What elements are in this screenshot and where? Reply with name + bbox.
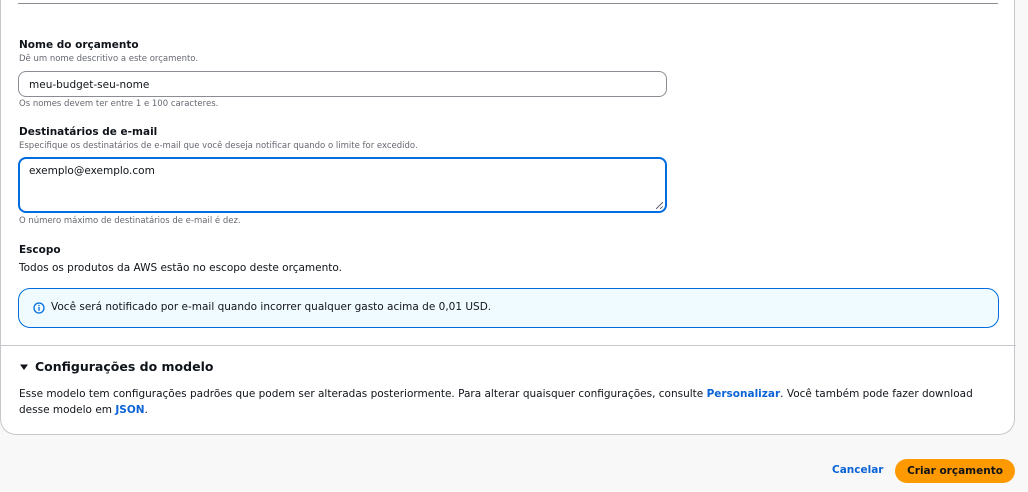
email-recipients-constraint: O número máximo de destinatários de e-ma… — [19, 216, 241, 226]
customize-link[interactable]: Personalizar — [707, 388, 781, 400]
info-alert-text: Você será notificado por e-mail quando i… — [51, 301, 492, 313]
caret-down-icon — [20, 364, 28, 370]
budget-form-card: Nome do orçamento Dê um nome descritivo … — [0, 0, 1016, 435]
email-recipients-description: Especifique os destinatários de e-mail q… — [19, 141, 418, 151]
scope-label: Escopo — [19, 244, 61, 256]
email-recipients-value: exemplo@exemplo.com — [29, 165, 155, 177]
budget-name-label: Nome do orçamento — [19, 39, 139, 51]
info-icon — [33, 302, 45, 314]
resize-handle-icon[interactable] — [656, 202, 663, 209]
template-settings-expander[interactable]: Configurações do modelo — [19, 359, 213, 374]
template-text-part-3: . — [144, 403, 148, 416]
json-download-link[interactable]: JSON — [115, 404, 144, 416]
template-settings-title: Configurações do modelo — [35, 359, 214, 374]
budget-name-description: Dê um nome descritivo a este orçamento. — [19, 54, 199, 64]
budget-name-constraint: Os nomes devem ter entre 1 e 100 caracte… — [19, 99, 219, 109]
create-budget-button[interactable]: Criar orçamento — [895, 459, 1015, 483]
email-recipients-label: Destinatários de e-mail — [19, 126, 158, 138]
info-alert: Você será notificado por e-mail quando i… — [18, 288, 999, 328]
email-recipients-textarea[interactable]: exemplo@exemplo.com — [18, 157, 667, 213]
scope-text: Todos os produtos da AWS estão no escopo… — [19, 262, 342, 274]
budget-name-input[interactable]: meu-budget-seu-nome — [18, 71, 667, 97]
header-divider — [18, 3, 998, 4]
cancel-button[interactable]: Cancelar — [826, 460, 889, 482]
section-divider — [1, 345, 1016, 346]
template-settings-description: Esse modelo tem configurações padrões qu… — [19, 387, 979, 418]
template-text-part-1: Esse modelo tem configurações padrões qu… — [19, 388, 707, 400]
